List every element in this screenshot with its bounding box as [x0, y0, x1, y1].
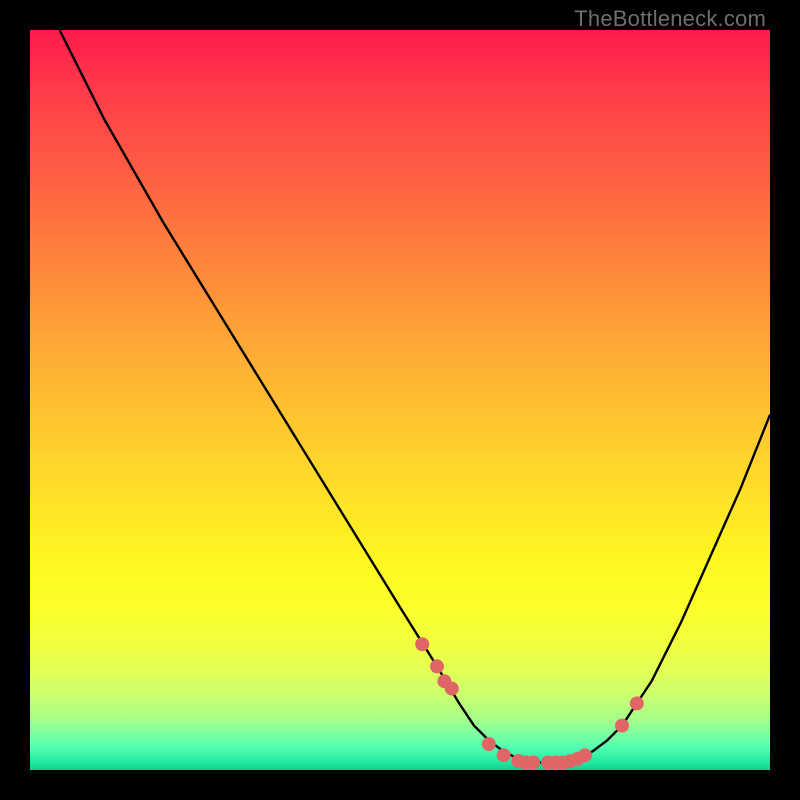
chart-marker	[615, 719, 629, 733]
chart-marker	[497, 748, 511, 762]
bottleneck-curve	[30, 30, 770, 770]
chart-marker	[526, 756, 540, 770]
watermark-text: TheBottleneck.com	[574, 6, 766, 32]
chart-marker	[630, 696, 644, 710]
chart-marker	[415, 637, 429, 651]
chart-marker	[482, 737, 496, 751]
chart-plot-area	[30, 30, 770, 770]
chart-marker	[578, 748, 592, 762]
chart-marker	[445, 682, 459, 696]
chart-marker	[430, 659, 444, 673]
